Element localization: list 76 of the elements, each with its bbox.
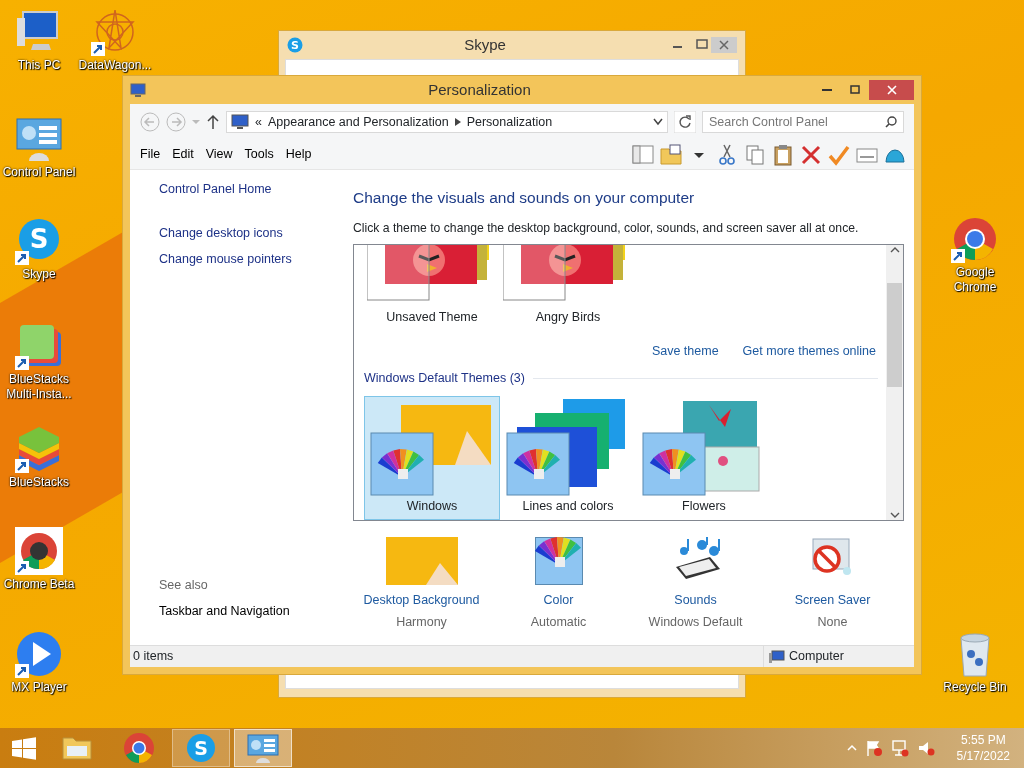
maximize-icon: [850, 85, 860, 95]
layout-icon[interactable]: [632, 143, 654, 166]
up-arrow-icon[interactable]: [206, 114, 220, 130]
breadcrumb-item[interactable]: Appearance and Personalization: [267, 112, 449, 132]
play-icon[interactable]: [15, 630, 63, 678]
menu-item[interactable]: Help: [279, 143, 318, 166]
browser-icon[interactable]: [951, 215, 999, 263]
search-icon[interactable]: [885, 116, 897, 128]
theme-tile[interactable]: Unsaved Theme: [364, 244, 500, 331]
chevron-right-icon[interactable]: [454, 118, 461, 126]
stacked-squares-icon[interactable]: [15, 322, 63, 370]
dropdown-icon[interactable]: [653, 118, 663, 126]
taskbar-button[interactable]: [234, 729, 292, 767]
chevron-text[interactable]: «: [255, 112, 262, 132]
menu-item[interactable]: View: [199, 143, 239, 166]
monitor-icon: [231, 114, 249, 130]
theme-tile[interactable]: Flowers: [636, 395, 772, 520]
close-icon: [886, 85, 897, 95]
browser-icon: [121, 730, 157, 766]
control-panel-icon[interactable]: [15, 115, 63, 163]
sidebar-link[interactable]: Change mouse pointers: [159, 249, 353, 269]
wallpaper-thumbnail[interactable]: [385, 536, 458, 585]
setting-link[interactable]: Sounds: [674, 590, 717, 610]
speaker-muted-icon[interactable]: [916, 739, 935, 757]
delete-cross-icon[interactable]: [800, 143, 822, 166]
refresh-icon[interactable]: [674, 111, 696, 133]
chevron-up-icon[interactable]: [846, 744, 857, 752]
sidebar-link[interactable]: Taskbar and Navigation: [159, 602, 353, 621]
folder-icon[interactable]: [660, 143, 682, 166]
setting-link[interactable]: Desktop Background: [363, 590, 480, 610]
network-icon[interactable]: [890, 739, 909, 757]
setting-link[interactable]: Color: [543, 590, 574, 610]
theme-tile[interactable]: Lines and colors: [500, 395, 636, 520]
scroll-thumb[interactable]: [887, 282, 902, 387]
flag-icon[interactable]: [864, 739, 883, 757]
search-field[interactable]: Search Control Panel: [702, 111, 904, 133]
window-title: Personalization: [427, 79, 532, 100]
theme-tile[interactable]: Windows: [364, 395, 500, 520]
setting-value: Automatic: [530, 614, 587, 632]
sidebar-link[interactable]: Change desktop icons: [159, 223, 353, 243]
monitor-icon: [130, 82, 146, 98]
skype-icon: S: [287, 37, 303, 53]
status-text: 0 items: [132, 648, 175, 666]
breadcrumb-item[interactable]: Personalization: [466, 112, 553, 132]
menu-item[interactable]: Edit: [166, 143, 200, 166]
group-heading: Windows Default Themes (3): [364, 370, 525, 388]
beta-browser-icon[interactable]: [15, 527, 63, 575]
see-also-heading: See also: [159, 576, 209, 594]
status-location: Computer: [789, 648, 844, 666]
description-text: Click a theme to change the desktop background, color, sounds, and screen saver all at once.: [353, 220, 860, 238]
theme-label: Windows: [406, 497, 458, 515]
computer-icon: [769, 649, 785, 664]
theme-label: Lines and colors: [522, 497, 614, 515]
theme-link[interactable]: Save theme: [651, 342, 719, 362]
setting-value: Harmony: [396, 614, 447, 632]
checkmark-icon[interactable]: [828, 143, 850, 166]
clipboard-icon[interactable]: [772, 143, 794, 166]
theme-label: Unsaved Theme: [386, 308, 478, 326]
setting-link[interactable]: Screen Saver: [794, 590, 871, 610]
setting-value: Windows Default: [648, 614, 743, 632]
scissors-icon[interactable]: [716, 143, 738, 166]
menu-item[interactable]: File: [134, 143, 167, 166]
close-button[interactable]: [869, 80, 914, 100]
theme-tile[interactable]: Angry Birds: [500, 244, 636, 331]
scrollbar[interactable]: [886, 244, 903, 520]
color-palette-icon[interactable]: [534, 536, 583, 585]
sidebar-link[interactable]: Control Panel Home: [159, 180, 353, 199]
theme-label: Flowers: [682, 497, 726, 515]
window-title: Skype: [463, 34, 507, 55]
page-heading: Change the visuals and sounds on your computer: [353, 188, 696, 208]
menu-item[interactable]: Tools: [238, 143, 280, 166]
theme-link[interactable]: Get more themes online: [742, 342, 876, 362]
theme-label: Angry Birds: [535, 308, 601, 326]
setting-value: None: [817, 614, 848, 632]
minimize-icon: [822, 89, 832, 91]
copy-icon[interactable]: [744, 143, 766, 166]
